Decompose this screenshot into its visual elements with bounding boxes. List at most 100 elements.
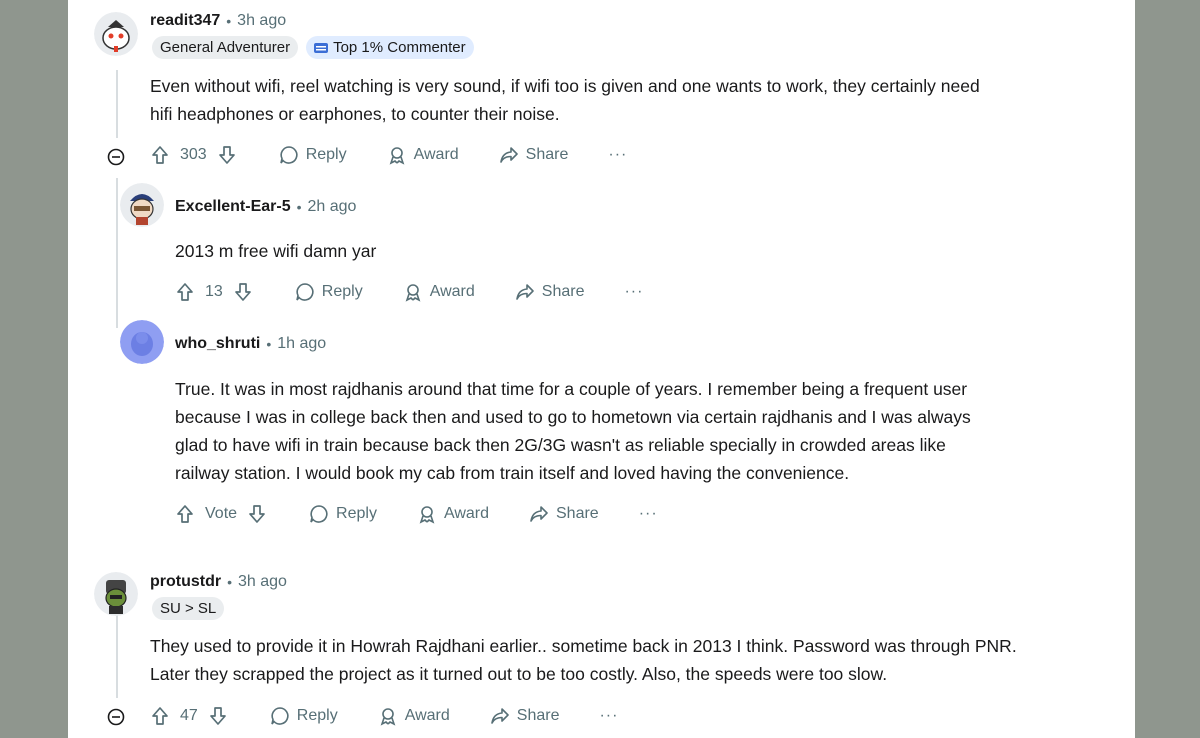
comment-body: Even without wifi, reel watching is very… [150, 72, 980, 128]
share-label: Share [525, 146, 569, 163]
reply-icon [295, 282, 315, 302]
award-label: Award [413, 146, 459, 163]
username[interactable]: Excellent-Ear-5 [175, 198, 291, 216]
award-icon [403, 282, 423, 302]
more-options-icon[interactable]: ··· [608, 146, 627, 164]
comment-actions: 303 Reply Award Share ··· [150, 145, 627, 165]
top-commenter-label: Top 1% Commenter [333, 39, 466, 56]
comment-line: Even without wifi, reel watching is very… [150, 76, 980, 96]
more-options-icon[interactable]: ··· [639, 505, 658, 523]
timestamp[interactable]: 3h ago [238, 573, 287, 591]
upvote-icon[interactable] [150, 145, 170, 165]
comment-line: railway station. I would book my cab fro… [175, 463, 850, 483]
award-icon [378, 706, 398, 726]
share-button[interactable]: Share [529, 504, 599, 524]
reply-label: Reply [336, 505, 377, 522]
comment-meta: Excellent-Ear-5 • 2h ago [175, 198, 356, 216]
upvote-icon[interactable] [150, 706, 170, 726]
username[interactable]: who_shruti [175, 335, 260, 353]
downvote-icon[interactable] [208, 706, 228, 726]
comment-panel: readit347 • 3h ago General Adventurer To… [68, 0, 1135, 738]
thread-line[interactable] [116, 610, 118, 698]
vote-score: Vote [205, 505, 238, 522]
vote-score: 47 [180, 707, 198, 724]
award-label: Award [429, 283, 475, 300]
user-flair: General Adventurer [152, 36, 299, 59]
more-options-icon[interactable]: ··· [599, 707, 618, 725]
award-label: Award [443, 505, 489, 522]
share-label: Share [516, 707, 560, 724]
reply-button[interactable]: Reply [270, 706, 338, 726]
comment-actions: 47 Reply Award Share ··· [150, 706, 618, 726]
comment-meta: who_shruti • 1h ago [175, 335, 326, 353]
timestamp[interactable]: 3h ago [237, 12, 286, 30]
comment-actions: Vote Reply Award Share ··· [175, 504, 658, 524]
reply-button[interactable]: Reply [295, 282, 363, 302]
separator-dot: • [227, 574, 233, 590]
reply-button[interactable]: Reply [279, 145, 347, 165]
vote-controls: 47 [150, 706, 228, 726]
comment-line: True. It was in most rajdhanis around th… [175, 379, 968, 399]
reply-icon [309, 504, 329, 524]
award-icon [387, 145, 407, 165]
comment-line: hifi headphones or earphones, to counter… [150, 104, 560, 124]
award-button[interactable]: Award [378, 706, 450, 726]
vote-controls: 303 [150, 145, 237, 165]
thread-line[interactable] [116, 178, 118, 328]
comment-meta: protustdr • 3h ago [150, 573, 287, 591]
more-options-icon[interactable]: ··· [624, 283, 643, 301]
downvote-icon[interactable] [233, 282, 253, 302]
comment-body: True. It was in most rajdhanis around th… [175, 375, 971, 487]
comment-meta: readit347 • 3h ago [150, 12, 286, 30]
avatar[interactable] [120, 320, 164, 364]
award-button[interactable]: Award [417, 504, 489, 524]
share-icon [499, 145, 519, 165]
reply-icon [270, 706, 290, 726]
reply-label: Reply [305, 146, 347, 163]
upvote-icon[interactable] [175, 282, 195, 302]
reply-label: Reply [321, 283, 363, 300]
username[interactable]: readit347 [150, 12, 220, 30]
vote-controls: 13 [175, 282, 253, 302]
award-label: Award [404, 707, 450, 724]
share-button[interactable]: Share [499, 145, 569, 165]
flair-list: SU > SL [152, 597, 225, 620]
downvote-icon[interactable] [247, 504, 267, 524]
comment-line: Later they scrapped the project as it tu… [150, 664, 888, 684]
comment-line: 2013 m free wifi damn yar [175, 241, 377, 261]
avatar[interactable] [120, 183, 164, 227]
vote-score: 303 [180, 146, 207, 163]
thread-line[interactable] [116, 70, 118, 138]
award-icon [417, 504, 437, 524]
reply-button[interactable]: Reply [309, 504, 377, 524]
share-icon [490, 706, 510, 726]
separator-dot: • [296, 199, 302, 215]
upvote-icon[interactable] [175, 504, 195, 524]
avatar[interactable] [94, 572, 138, 616]
share-label: Share [556, 505, 599, 522]
share-button[interactable]: Share [490, 706, 560, 726]
award-button[interactable]: Award [387, 145, 459, 165]
vote-controls: Vote [175, 504, 267, 524]
vote-score: 13 [205, 283, 223, 300]
comment-line: glad to have wifi in train because back … [175, 435, 946, 455]
flair-list: General Adventurer Top 1% Commenter [152, 36, 474, 59]
badge-icon [314, 42, 329, 54]
share-label: Share [541, 283, 585, 300]
top-commenter-flair: Top 1% Commenter [306, 36, 474, 59]
collapse-thread-icon[interactable] [107, 148, 125, 166]
comment-body: 2013 m free wifi damn yar [175, 237, 376, 265]
timestamp[interactable]: 2h ago [308, 198, 357, 216]
award-button[interactable]: Award [403, 282, 475, 302]
timestamp[interactable]: 1h ago [277, 335, 326, 353]
share-button[interactable]: Share [515, 282, 585, 302]
collapse-thread-icon[interactable] [107, 708, 125, 726]
avatar[interactable] [94, 12, 138, 56]
reply-icon [279, 145, 299, 165]
comment-body: They used to provide it in Howrah Rajdha… [150, 632, 1017, 688]
comment-line: because I was in college back then and u… [175, 407, 971, 427]
comment-line: They used to provide it in Howrah Rajdha… [150, 636, 1017, 656]
downvote-icon[interactable] [217, 145, 237, 165]
username[interactable]: protustdr [150, 573, 221, 591]
user-flair: SU > SL [152, 597, 225, 620]
